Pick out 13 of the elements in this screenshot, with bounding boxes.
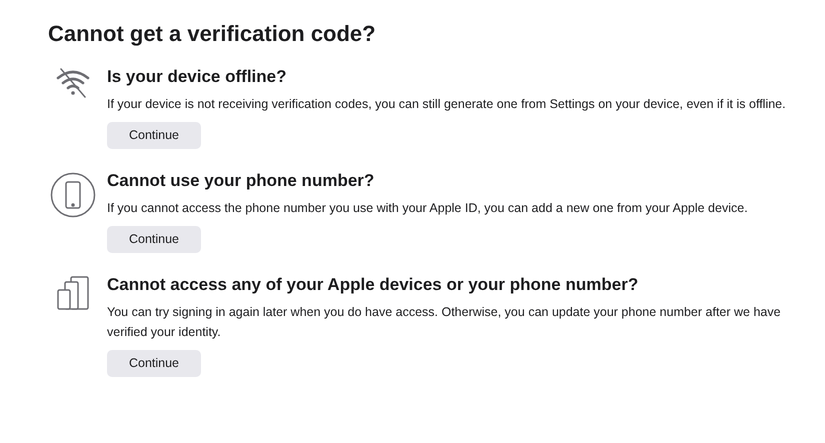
continue-button[interactable]: Continue xyxy=(107,122,201,149)
devices-icon xyxy=(56,276,88,310)
wifi-off-icon xyxy=(54,68,90,98)
option-description: If you cannot access the phone number you use with your Apple ID, you can add a new one from your Apple device. xyxy=(107,200,749,217)
option-heading: Cannot access any of your Apple devices or your phone number? xyxy=(107,274,640,296)
page-title: Cannot get a verification code? xyxy=(48,20,377,48)
option-heading: Is your device offline? xyxy=(107,66,288,87)
option-heading: Cannot use your phone number? xyxy=(107,170,376,191)
continue-button[interactable]: Continue xyxy=(107,350,201,378)
option-description: If your device is not receiving verification codes, you can still generate one from Settings on your device, even if it is offline. xyxy=(107,96,787,113)
phone-icon xyxy=(50,172,96,218)
option-description: You can try signing in again later when you do have access. Otherwise, you can update your phone number after we have verified your identity. xyxy=(107,304,782,342)
continue-button[interactable]: Continue xyxy=(107,226,201,253)
